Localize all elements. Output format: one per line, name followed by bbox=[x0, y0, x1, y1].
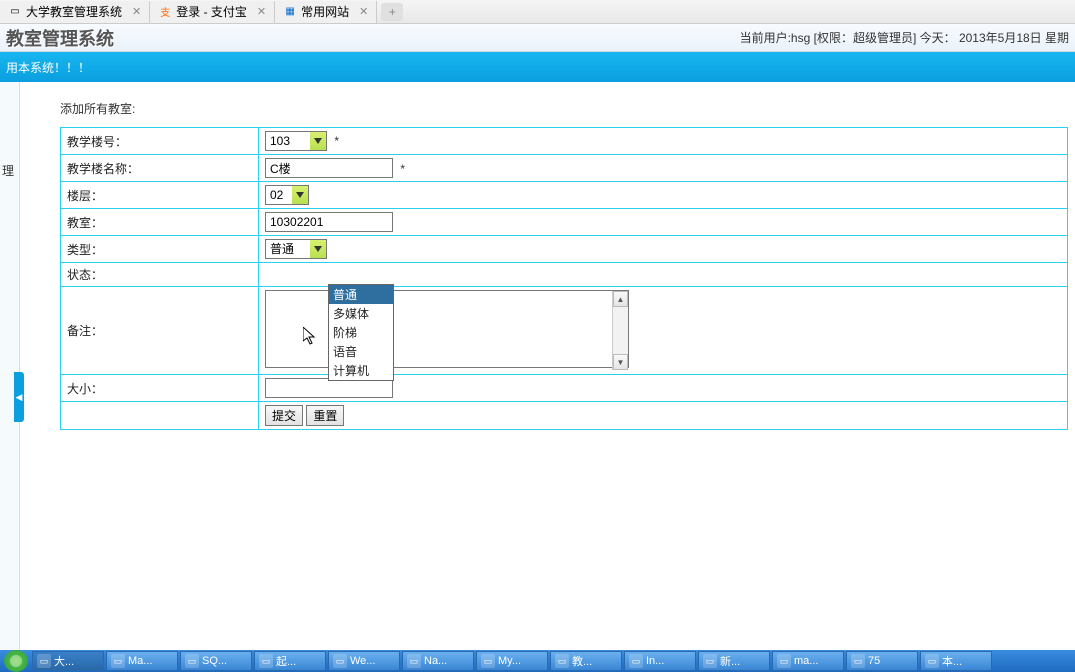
cursor-icon bbox=[303, 327, 319, 347]
taskbar-label: Ma... bbox=[128, 655, 152, 667]
windows-taskbar: ▭大...▭Ma...▭SQ...▭起...▭We...▭Na...▭My...… bbox=[0, 650, 1075, 672]
building-name-input[interactable] bbox=[265, 158, 393, 178]
taskbar-label: SQ... bbox=[202, 655, 227, 667]
scrollbar[interactable]: ▲ ▼ bbox=[612, 291, 628, 370]
taskbar-button[interactable]: ▭教... bbox=[550, 651, 622, 671]
tab-label: 常用网站 bbox=[301, 3, 349, 20]
taskbar-label: 教... bbox=[572, 653, 592, 669]
taskbar-label: In... bbox=[646, 655, 664, 667]
close-icon[interactable]: ✕ bbox=[132, 5, 141, 18]
taskbar-label: 起... bbox=[276, 653, 296, 669]
classroom-form: 教学楼号： 103 * 教学楼名称： * bbox=[60, 127, 1068, 430]
start-button[interactable] bbox=[4, 650, 28, 672]
banner-text: 用本系统！！！ bbox=[6, 59, 90, 76]
dropdown-option[interactable]: 普通 bbox=[329, 285, 393, 304]
close-icon[interactable]: ✕ bbox=[257, 5, 266, 18]
label-remark: 备注： bbox=[61, 287, 259, 375]
dropdown-option[interactable]: 阶梯 bbox=[329, 323, 393, 342]
sidebar-char: 理 bbox=[2, 162, 14, 179]
dropdown-option[interactable]: 计算机 bbox=[329, 361, 393, 380]
grid-icon: ▦ bbox=[283, 5, 297, 19]
welcome-banner: 用本系统！！！ bbox=[0, 52, 1075, 82]
browser-tab[interactable]: ▭ 大学教室管理系统 ✕ bbox=[0, 1, 150, 23]
taskbar-label: Na... bbox=[424, 655, 447, 667]
remark-textarea[interactable] bbox=[265, 290, 629, 368]
taskbar-label: My... bbox=[498, 655, 521, 667]
taskbar-button[interactable]: ▭Na... bbox=[402, 651, 474, 671]
dropdown-option[interactable]: 语音 bbox=[329, 342, 393, 361]
user-info: 当前用户:hsg [权限：超级管理员] 今天： 2013年5月18日 星期 bbox=[740, 29, 1069, 46]
browser-tab[interactable]: 支 登录 - 支付宝 ✕ bbox=[150, 1, 275, 23]
app-icon: ▭ bbox=[37, 654, 51, 668]
browser-tab[interactable]: ▦ 常用网站 ✕ bbox=[275, 1, 377, 23]
taskbar-label: ma... bbox=[794, 655, 818, 667]
windows-logo-icon bbox=[9, 654, 23, 668]
required-mark: * bbox=[334, 134, 339, 148]
dropdown-option[interactable]: 多媒体 bbox=[329, 304, 393, 323]
left-sidebar: 理 ◀ bbox=[0, 82, 20, 652]
page-icon: ▭ bbox=[8, 5, 22, 19]
tab-label: 大学教室管理系统 bbox=[26, 3, 122, 20]
app-title: 教室管理系统 bbox=[6, 25, 114, 51]
size-input[interactable] bbox=[265, 378, 393, 398]
app-icon: ▭ bbox=[407, 654, 421, 668]
main-area: 理 ◀ 添加所有教室: 教学楼号： 103 * 教学楼名称： bbox=[0, 82, 1075, 652]
app-icon: ▭ bbox=[629, 654, 643, 668]
taskbar-button[interactable]: ▭75 bbox=[846, 651, 918, 671]
alipay-icon: 支 bbox=[158, 5, 172, 19]
label-building-name: 教学楼名称： bbox=[61, 155, 259, 182]
building-no-select[interactable]: 103 bbox=[265, 131, 327, 151]
browser-tab-strip: ▭ 大学教室管理系统 ✕ 支 登录 - 支付宝 ✕ ▦ 常用网站 ✕ + bbox=[0, 0, 1075, 24]
type-select[interactable]: 普通 bbox=[265, 239, 327, 259]
app-icon: ▭ bbox=[703, 654, 717, 668]
app-icon: ▭ bbox=[259, 654, 273, 668]
taskbar-button[interactable]: ▭Ma... bbox=[106, 651, 178, 671]
app-icon: ▭ bbox=[333, 654, 347, 668]
submit-button[interactable]: 提交 bbox=[265, 405, 303, 426]
label-size: 大小： bbox=[61, 375, 259, 402]
taskbar-label: We... bbox=[350, 655, 375, 667]
taskbar-button[interactable]: ▭In... bbox=[624, 651, 696, 671]
label-room: 教室： bbox=[61, 209, 259, 236]
close-icon[interactable]: ✕ bbox=[359, 5, 368, 18]
taskbar-button[interactable]: ▭新... bbox=[698, 651, 770, 671]
page-caption: 添加所有教室: bbox=[60, 100, 1075, 117]
scroll-up-icon[interactable]: ▲ bbox=[613, 291, 628, 307]
app-icon: ▭ bbox=[851, 654, 865, 668]
taskbar-button[interactable]: ▭起... bbox=[254, 651, 326, 671]
taskbar-label: 本... bbox=[942, 653, 962, 669]
label-type: 类型： bbox=[61, 236, 259, 263]
taskbar-button[interactable]: ▭We... bbox=[328, 651, 400, 671]
required-mark: * bbox=[400, 162, 405, 176]
app-icon: ▭ bbox=[925, 654, 939, 668]
content-panel: 添加所有教室: 教学楼号： 103 * 教学楼名称： bbox=[20, 82, 1075, 652]
taskbar-button[interactable]: ▭My... bbox=[476, 651, 548, 671]
app-icon: ▭ bbox=[777, 654, 791, 668]
app-header: 教室管理系统 当前用户:hsg [权限：超级管理员] 今天： 2013年5月18… bbox=[0, 24, 1075, 52]
taskbar-button[interactable]: ▭本... bbox=[920, 651, 992, 671]
app-icon: ▭ bbox=[111, 654, 125, 668]
reset-button[interactable]: 重置 bbox=[306, 405, 344, 426]
taskbar-label: 大... bbox=[54, 653, 74, 669]
label-state: 状态： bbox=[61, 263, 259, 287]
tab-label: 登录 - 支付宝 bbox=[176, 3, 247, 20]
app-icon: ▭ bbox=[555, 654, 569, 668]
taskbar-label: 75 bbox=[868, 655, 880, 667]
collapse-handle[interactable]: ◀ bbox=[14, 372, 24, 422]
taskbar-button[interactable]: ▭ma... bbox=[772, 651, 844, 671]
taskbar-button[interactable]: ▭SQ... bbox=[180, 651, 252, 671]
scroll-down-icon[interactable]: ▼ bbox=[613, 354, 628, 370]
app-icon: ▭ bbox=[481, 654, 495, 668]
room-input[interactable] bbox=[265, 212, 393, 232]
label-floor: 楼层： bbox=[61, 182, 259, 209]
app-icon: ▭ bbox=[185, 654, 199, 668]
taskbar-label: 新... bbox=[720, 653, 740, 669]
taskbar-button[interactable]: ▭大... bbox=[32, 651, 104, 671]
type-dropdown-list[interactable]: 普通 多媒体 阶梯 语音 计算机 bbox=[328, 284, 394, 381]
new-tab-button[interactable]: + bbox=[381, 3, 403, 21]
label-building-no: 教学楼号： bbox=[61, 128, 259, 155]
floor-select[interactable]: 02 bbox=[265, 185, 309, 205]
